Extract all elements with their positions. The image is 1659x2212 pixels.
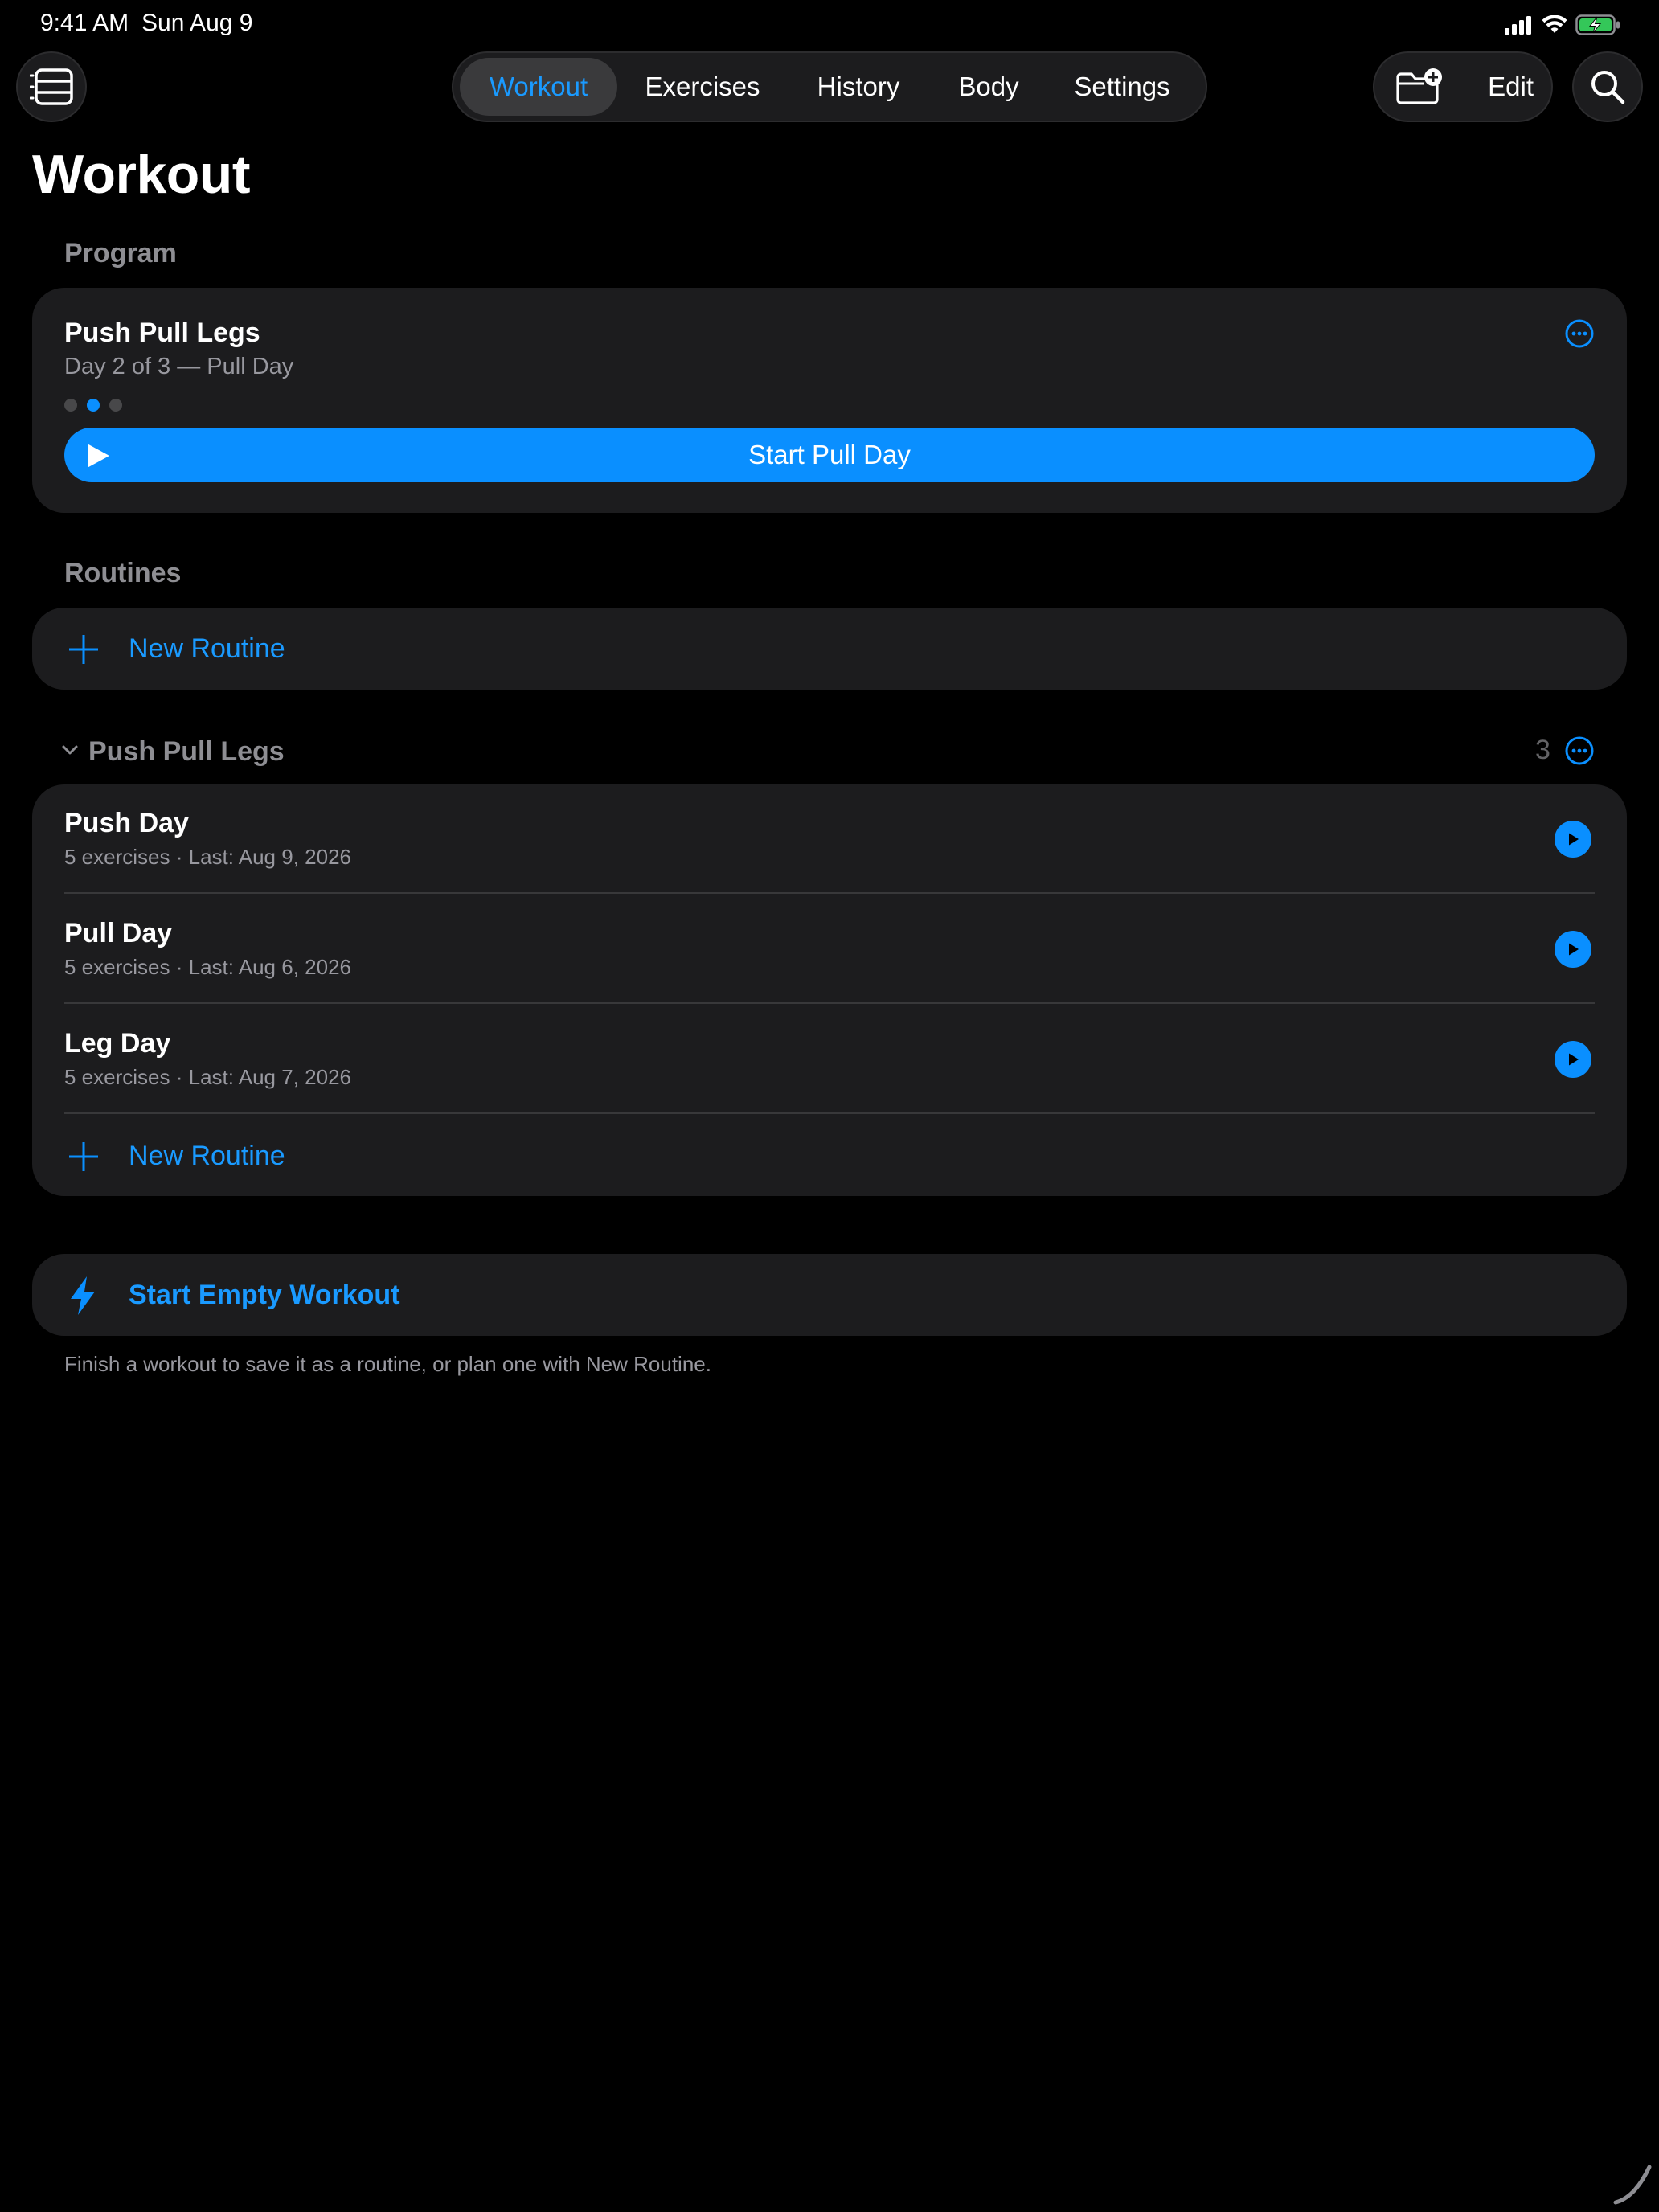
edit-button[interactable]: Edit [1488,72,1534,102]
play-icon [1569,1053,1579,1066]
tab-settings[interactable]: Settings [1048,58,1196,116]
tab-body[interactable]: Body [929,58,1048,116]
tab-exercises-label: Exercises [645,72,760,101]
routine-name: Push Day [64,808,189,838]
routine-row-push-day[interactable] [32,784,1627,894]
routine-detail: 5 exercises · Last: Aug 9, 2026 [64,845,351,869]
empty-workout-note: Finish a workout to save it as a routine… [64,1352,711,1376]
start-routine-button[interactable] [1555,931,1591,968]
program-day-dot [109,399,122,412]
tab-body-label: Body [958,72,1019,101]
folder-more-button[interactable] [1564,735,1595,770]
program-day-dots [64,399,122,412]
status-icons [1505,13,1620,37]
routine-detail: 5 exercises · Last: Aug 7, 2026 [64,1065,351,1089]
routines-section-label: Routines [64,558,182,588]
main-tab-bar: Workout Exercises History Body Settings [452,51,1207,122]
routine-name: Pull Day [64,918,173,948]
status-time: 9:41 AM [40,10,129,36]
folder-name: Push Pull Legs [88,736,285,767]
toolbar-actions: Edit [1373,51,1553,122]
folder-collapse-toggle[interactable] [61,741,79,763]
battery-charging-icon [1575,14,1620,35]
ellipsis-circle-icon [1565,736,1594,765]
play-icon [1569,833,1579,846]
new-routine-label[interactable]: New Routine [129,633,285,665]
sidebar-icon [30,68,73,105]
chevron-down-icon [62,745,78,755]
start-empty-workout-label[interactable]: Start Empty Workout [129,1280,400,1311]
plus-icon [69,1142,98,1171]
tab-workout[interactable]: Workout [460,58,617,116]
tab-settings-label: Settings [1074,72,1170,101]
start-pull-day-label: Start Pull Day [748,440,911,469]
sidebar-toggle-button[interactable] [16,51,87,122]
program-name: Push Pull Legs [64,317,260,348]
search-icon [1591,71,1625,104]
plus-icon [69,635,98,664]
tab-history-label: History [817,72,900,101]
play-icon [1569,943,1579,956]
routine-row-pull-day[interactable] [32,894,1627,1003]
tab-history[interactable]: History [788,58,929,116]
routine-name: Leg Day [64,1028,171,1059]
program-day-dot-current [87,399,100,412]
ellipsis-circle-icon [1565,319,1594,348]
folder-new-routine-label[interactable]: New Routine [129,1141,285,1172]
start-pull-day-button[interactable]: Start Pull Day [64,428,1595,482]
program-more-button[interactable] [1564,318,1595,353]
folder-routine-count: 3 [1535,735,1550,765]
home-corner-indicator-icon [1613,2165,1652,2205]
bolt-icon [71,1276,95,1315]
play-icon [88,444,109,467]
program-section-label: Program [64,238,177,268]
folder-add-icon[interactable] [1395,68,1444,106]
tab-exercises[interactable]: Exercises [617,58,788,116]
wifi-icon [1542,15,1567,33]
search-button[interactable] [1572,51,1643,122]
routine-row-leg-day[interactable] [32,1004,1627,1113]
status-date: Sun Aug 9 [141,10,253,36]
program-progress-text: Day 2 of 3 — Pull Day [64,354,294,379]
cellular-signal-icon [1505,16,1531,35]
program-day-dot [64,399,77,412]
start-routine-button[interactable] [1555,1041,1591,1078]
page-title: Workout [32,144,251,205]
tab-workout-label: Workout [489,72,588,101]
routine-detail: 5 exercises · Last: Aug 6, 2026 [64,955,351,979]
start-routine-button[interactable] [1555,821,1591,858]
